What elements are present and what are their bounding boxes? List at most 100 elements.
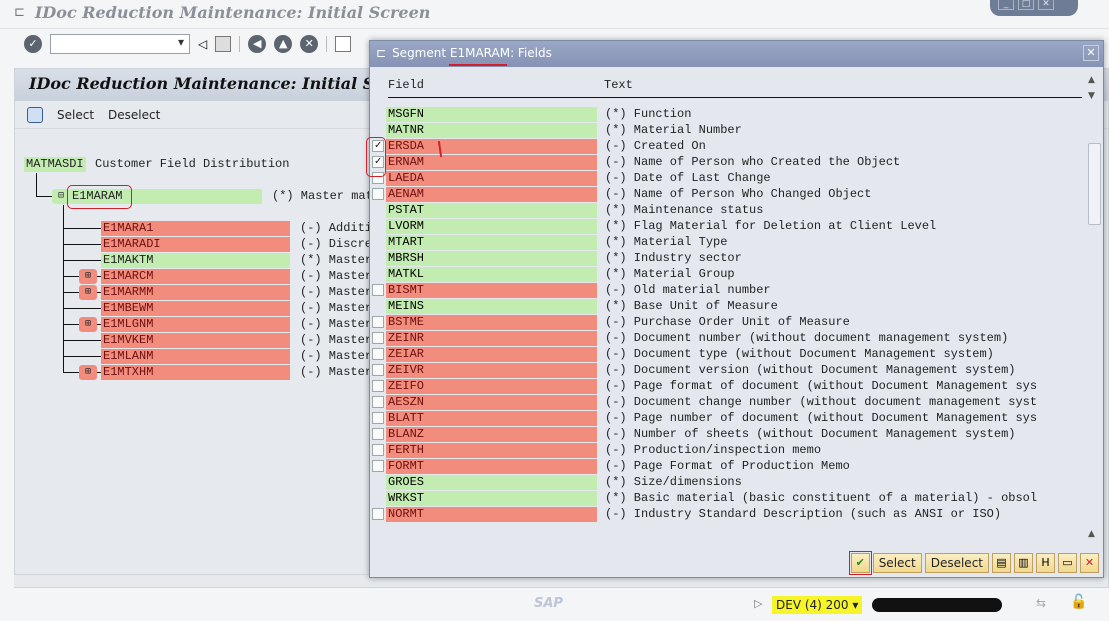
- field-description: (-) Document number (without document ma…: [605, 331, 1009, 345]
- tree-child-node[interactable]: E1MLANM: [101, 349, 290, 364]
- field-row: GROES (*) Size/dimensions: [370, 475, 1070, 491]
- field-checkbox[interactable]: [372, 316, 384, 328]
- tree-child-node[interactable]: E1MTXHM: [101, 365, 290, 380]
- field-description: (-) Industry Standard Description (such …: [605, 507, 1002, 521]
- field-name: ERNAM: [386, 155, 597, 170]
- system-info[interactable]: DEV (4) 200 ▾: [772, 596, 863, 614]
- close-window-button[interactable]: ✕: [1038, 0, 1054, 10]
- window-menu-icon[interactable]: ⊏: [14, 5, 25, 20]
- expand-node-icon[interactable]: ⊞: [79, 269, 97, 284]
- tree-child-node[interactable]: E1MBEWM: [101, 301, 290, 316]
- find-icon[interactable]: H: [1036, 553, 1055, 573]
- lock-icon[interactable]: 🔓: [1070, 594, 1087, 610]
- field-checkbox[interactable]: [372, 396, 384, 408]
- transfer-icon: ⇆: [1036, 596, 1047, 610]
- print-icon[interactable]: [335, 35, 352, 52]
- expand-node-icon[interactable]: ⊞: [79, 365, 97, 380]
- field-name: MATKL: [386, 267, 597, 282]
- system-id: DEV (4) 200: [776, 598, 849, 612]
- field-row: ZEINR (-) Document number (without docume…: [370, 331, 1070, 347]
- field-row: BLATT (-) Page number of document (withou…: [370, 411, 1070, 427]
- tree-child-node[interactable]: E1MARADI: [101, 237, 290, 252]
- tree-child-node[interactable]: E1MVKEM: [101, 333, 290, 348]
- field-name: ZEINR: [386, 331, 597, 346]
- dialog-close-button[interactable]: ✕: [1083, 45, 1099, 61]
- field-checkbox[interactable]: [372, 460, 384, 472]
- field-name: ZEIAR: [386, 347, 597, 362]
- expand-node-icon[interactable]: ⊞: [79, 285, 97, 300]
- tree-child-node[interactable]: E1MAKTM: [101, 253, 290, 268]
- field-checkbox[interactable]: [372, 332, 384, 344]
- exit-icon[interactable]: ▲: [274, 34, 293, 53]
- field-description: (-) Name of Person who Created the Objec…: [605, 155, 901, 169]
- maximize-button[interactable]: □: [1018, 0, 1034, 10]
- field-name: MATNR: [386, 123, 597, 138]
- deselect-all-button[interactable]: Deselect: [924, 553, 989, 573]
- tree-child-node[interactable]: E1MLGNM: [101, 317, 290, 332]
- field-description: (-) Date of Last Change: [605, 171, 771, 185]
- scroll-up-icon[interactable]: ▲: [1088, 529, 1095, 539]
- tree-root-node[interactable]: MATMASDI: [24, 157, 86, 172]
- field-checkbox[interactable]: [372, 364, 384, 376]
- scroll-down-icon[interactable]: ▼: [1088, 91, 1095, 101]
- continue-button[interactable]: ✔: [848, 551, 872, 575]
- field-name: BLANZ: [386, 427, 597, 442]
- field-description: (-) Document version (without Document M…: [605, 363, 1016, 377]
- field-name: WRKST: [386, 491, 597, 506]
- horizontal-scrollbar[interactable]: [14, 574, 369, 587]
- select-all-button[interactable]: Select: [872, 553, 922, 573]
- field-description: (-) Document type (without Document Mana…: [605, 347, 994, 361]
- field-checkbox[interactable]: [372, 348, 384, 360]
- find-icon[interactable]: [27, 106, 43, 123]
- tree-connector: [63, 356, 101, 357]
- dialog-title: Segment E1MARAM: Fields: [392, 46, 552, 60]
- field-row: ZEIAR (-) Document type (without Document…: [370, 347, 1070, 363]
- expand-status-icon[interactable]: ▷: [754, 597, 762, 610]
- segment-fields-dialog: ⊏ Segment E1MARAM: Fields ✕ Field Text M…: [366, 40, 1104, 578]
- print-icon[interactable]: ▭: [1058, 553, 1077, 573]
- back-icon[interactable]: ◀: [248, 34, 267, 53]
- cancel-icon[interactable]: ✕: [1080, 553, 1099, 573]
- select-button[interactable]: Select: [57, 108, 94, 122]
- field-name: ZEIFO: [386, 379, 597, 394]
- field-description: (-) Page format of document (without Doc…: [605, 379, 1038, 393]
- cancel-icon[interactable]: ✕: [300, 34, 319, 53]
- field-row: MTART (*) Material Type: [370, 235, 1070, 251]
- command-field[interactable]: [50, 33, 190, 54]
- scrollbar-thumb[interactable]: [1088, 143, 1101, 225]
- field-description: (-) Production/inspection memo: [605, 443, 822, 457]
- details-icon[interactable]: ▥: [1014, 553, 1033, 573]
- dialog-menu-icon[interactable]: ⊏: [376, 46, 386, 62]
- tree-child-node[interactable]: E1MARA1: [101, 221, 290, 236]
- field-checkbox[interactable]: [372, 428, 384, 440]
- field-description: (-) Document change number (without docu…: [605, 395, 1038, 409]
- tree-child-node[interactable]: E1MARMM: [101, 285, 290, 300]
- tree-child-text: (-) Additi: [300, 221, 373, 235]
- minimize-button[interactable]: _: [998, 0, 1014, 10]
- field-row: BLANZ (-) Number of sheets (without Docum…: [370, 427, 1070, 443]
- field-description: (-) Old material number: [605, 283, 771, 297]
- deselect-button[interactable]: Deselect: [108, 108, 160, 122]
- field-row: LVORM (*) Flag Material for Deletion at C…: [370, 219, 1070, 235]
- field-description: (-) Created On: [605, 139, 706, 153]
- field-checkbox[interactable]: [372, 412, 384, 424]
- field-checkbox[interactable]: [372, 444, 384, 456]
- field-checkbox[interactable]: [372, 284, 384, 296]
- save-icon[interactable]: [215, 35, 232, 52]
- column-header-field: Field: [388, 78, 425, 92]
- expand-node-icon[interactable]: ⊞: [79, 317, 97, 332]
- enter-icon[interactable]: ✓: [24, 34, 42, 53]
- dialog-buttons: ✔ Select Deselect ▤ ▥ H ▭ ✕: [848, 551, 1099, 575]
- window-title: IDoc Reduction Maintenance: Initial Scre…: [34, 2, 431, 22]
- field-checkbox[interactable]: [372, 380, 384, 392]
- field-name: LAEDA: [386, 171, 597, 186]
- field-checkbox[interactable]: [372, 188, 384, 200]
- tree-segment-text: (*) Master mat: [272, 189, 373, 203]
- tree-child-node[interactable]: E1MARCM: [101, 269, 290, 284]
- field-row: ✓ ERNAM (-) Name of Person who Created the…: [370, 155, 1070, 171]
- field-checkbox[interactable]: [372, 508, 384, 520]
- field-name: FERTH: [386, 443, 597, 458]
- scroll-up-icon[interactable]: ▲: [1088, 75, 1095, 85]
- select-block-icon[interactable]: ▤: [992, 553, 1011, 573]
- collapse-icon[interactable]: ◁: [198, 37, 207, 51]
